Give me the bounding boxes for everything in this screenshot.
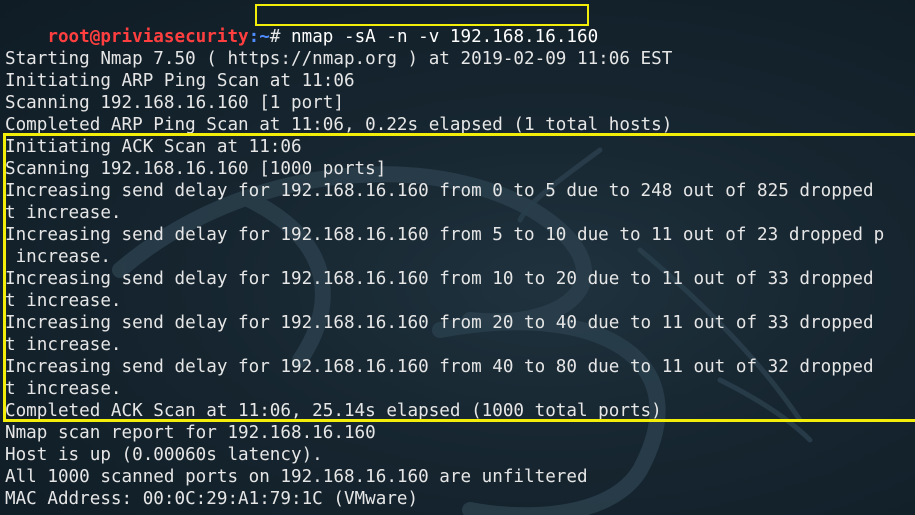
command-text: nmap -sA -n -v 192.168.16.160: [291, 27, 599, 47]
prompt-path: :~: [248, 27, 270, 47]
output-line: Nmap scan report for 192.168.16.160: [5, 423, 376, 443]
output-line: Initiating ARP Ping Scan at 11:06: [5, 71, 355, 91]
output-line: Host is up (0.00060s latency).: [5, 445, 323, 465]
output-line: All 1000 scanned ports on 192.168.16.160…: [5, 467, 588, 487]
output-line: Scanning 192.168.16.160 [1 port]: [5, 93, 344, 113]
ack-scan-highlight-box: [3, 133, 915, 422]
command-highlight-box: [255, 4, 589, 26]
output-line: Starting Nmap 7.50 ( https://nmap.org ) …: [5, 49, 673, 69]
prompt-symbol: #: [269, 27, 292, 47]
output-line: MAC Address: 00:0C:29:A1:79:1C (VMware): [5, 489, 419, 509]
prompt-user-host: root@priviasecurity: [47, 27, 249, 47]
terminal-window[interactable]: root@priviasecurity:~# nmap -sA -n -v 19…: [0, 0, 915, 515]
